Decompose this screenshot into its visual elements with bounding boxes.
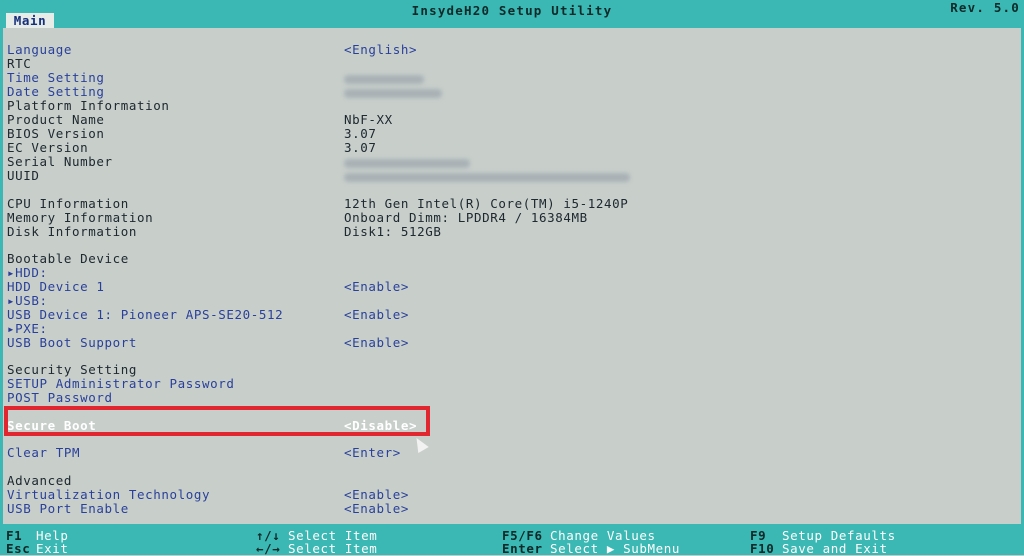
row-security-setting: Security Setting — [0, 362, 1024, 377]
serial-number-value — [344, 154, 470, 169]
disk-information-label: Disk Information — [7, 224, 138, 239]
leftright-desc: Select Item — [288, 541, 378, 556]
row-time-setting[interactable]: Time Setting — [0, 70, 1024, 85]
app-title: InsydeH20 Setup Utility — [411, 3, 613, 18]
row-usb-group[interactable]: ▸USB: — [0, 293, 1024, 308]
time-setting-value[interactable] — [344, 70, 424, 85]
hdd-group-label: ▸HDD: — [7, 265, 48, 280]
row-language[interactable]: Language <English> — [0, 42, 1024, 57]
title-bar: InsydeH20 Setup Utility Rev. 5.0 Main — [0, 0, 1024, 28]
usb-device-1-label: USB Device 1: Pioneer APS-SE20-512 — [7, 307, 284, 322]
cpu-information-value: 12th Gen Intel(R) Core(TM) i5-1240P — [344, 196, 629, 211]
row-serial-number: Serial Number — [0, 154, 1024, 169]
pxe-group-label: ▸PXE: — [7, 321, 48, 336]
advanced-heading: Advanced — [7, 473, 73, 488]
bios-version-value: 3.07 — [344, 126, 377, 141]
row-uuid: UUID — [0, 168, 1024, 183]
product-name-value: NbF-XX — [344, 112, 393, 127]
ec-version-value: 3.07 — [344, 140, 377, 155]
uuid-value — [344, 168, 630, 183]
row-setup-admin-password[interactable]: SETUP Administrator Password — [0, 376, 1024, 391]
revision-label: Rev. 5.0 — [950, 0, 1020, 15]
clear-tpm-label: Clear TPM — [7, 445, 81, 460]
product-name-label: Product Name — [7, 112, 105, 127]
usb-port-enable-label: USB Port Enable — [7, 501, 129, 516]
hdd-device-1-value[interactable]: <Enable> — [344, 279, 409, 294]
disk-information-value: Disk1: 512GB — [344, 224, 442, 239]
bios-version-label: BIOS Version — [7, 126, 105, 141]
security-setting-heading: Security Setting — [7, 362, 138, 377]
post-password-label: POST Password — [7, 390, 113, 405]
memory-information-label: Memory Information — [7, 210, 154, 225]
row-cpu-information: CPU Information 12th Gen Intel(R) Core(T… — [0, 196, 1024, 211]
tab-main[interactable]: Main — [6, 13, 54, 28]
clear-tpm-value[interactable]: <Enter> — [344, 445, 401, 460]
row-ec-version: EC Version 3.07 — [0, 140, 1024, 155]
row-usb-boot-support[interactable]: USB Boot Support <Enable> — [0, 335, 1024, 350]
hdd-device-1-label: HDD Device 1 — [7, 279, 105, 294]
f10-desc: Save and Exit — [782, 541, 888, 556]
usb-boot-support-value[interactable]: <Enable> — [344, 335, 409, 350]
time-setting-label: Time Setting — [7, 70, 105, 85]
uuid-label: UUID — [7, 168, 40, 183]
row-bios-version: BIOS Version 3.07 — [0, 126, 1024, 141]
row-date-setting[interactable]: Date Setting — [0, 84, 1024, 99]
row-product-name: Product Name NbF-XX — [0, 112, 1024, 127]
serial-number-label: Serial Number — [7, 154, 113, 169]
virtualization-technology-value[interactable]: <Enable> — [344, 487, 409, 502]
cpu-information-label: CPU Information — [7, 196, 129, 211]
row-clear-tpm[interactable]: Clear TPM <Enter> — [0, 445, 1024, 460]
enter-key: Enter — [502, 541, 543, 556]
usb-port-enable-value[interactable]: <Enable> — [344, 501, 409, 516]
memory-information-value: Onboard Dimm: LPDDR4 / 16384MB — [344, 210, 588, 225]
date-setting-label: Date Setting — [7, 84, 105, 99]
bootable-device-heading: Bootable Device — [7, 251, 129, 266]
date-setting-value[interactable] — [344, 84, 442, 99]
key-help-bar: F1 Help Esc Exit ↑/↓ Select Item ←/→ Sel… — [0, 524, 1024, 556]
ec-version-label: EC Version — [7, 140, 89, 155]
row-post-password[interactable]: POST Password — [0, 390, 1024, 405]
row-pxe-group[interactable]: ▸PXE: — [0, 321, 1024, 336]
setup-admin-password-label: SETUP Administrator Password — [7, 376, 235, 391]
row-rtc: RTC — [0, 56, 1024, 71]
rtc-heading: RTC — [7, 56, 32, 71]
secure-boot-highlight-box — [4, 406, 430, 436]
row-platform-information: Platform Information — [0, 98, 1024, 113]
f10-key: F10 — [750, 541, 775, 556]
usb-device-1-value[interactable]: <Enable> — [344, 307, 409, 322]
row-virtualization-technology[interactable]: Virtualization Technology <Enable> — [0, 487, 1024, 502]
language-value[interactable]: <English> — [344, 42, 417, 57]
row-usb-port-enable[interactable]: USB Port Enable <Enable> — [0, 501, 1024, 516]
usb-group-label: ▸USB: — [7, 293, 48, 308]
language-label: Language — [7, 42, 73, 57]
row-hdd-device-1[interactable]: HDD Device 1 <Enable> — [0, 279, 1024, 294]
esc-desc: Exit — [36, 541, 69, 556]
row-hdd-group[interactable]: ▸HDD: — [0, 265, 1024, 280]
row-disk-information: Disk Information Disk1: 512GB — [0, 224, 1024, 239]
row-usb-device-1[interactable]: USB Device 1: Pioneer APS-SE20-512 <Enab… — [0, 307, 1024, 322]
row-memory-information: Memory Information Onboard Dimm: LPDDR4 … — [0, 210, 1024, 225]
enter-desc: Select ▶ SubMenu — [550, 541, 681, 556]
virtualization-technology-label: Virtualization Technology — [7, 487, 211, 502]
row-bootable-device: Bootable Device — [0, 251, 1024, 266]
platform-information-heading: Platform Information — [7, 98, 170, 113]
leftright-key: ←/→ — [256, 541, 281, 556]
usb-boot-support-label: USB Boot Support — [7, 335, 138, 350]
row-advanced: Advanced — [0, 473, 1024, 488]
esc-key: Esc — [6, 541, 31, 556]
